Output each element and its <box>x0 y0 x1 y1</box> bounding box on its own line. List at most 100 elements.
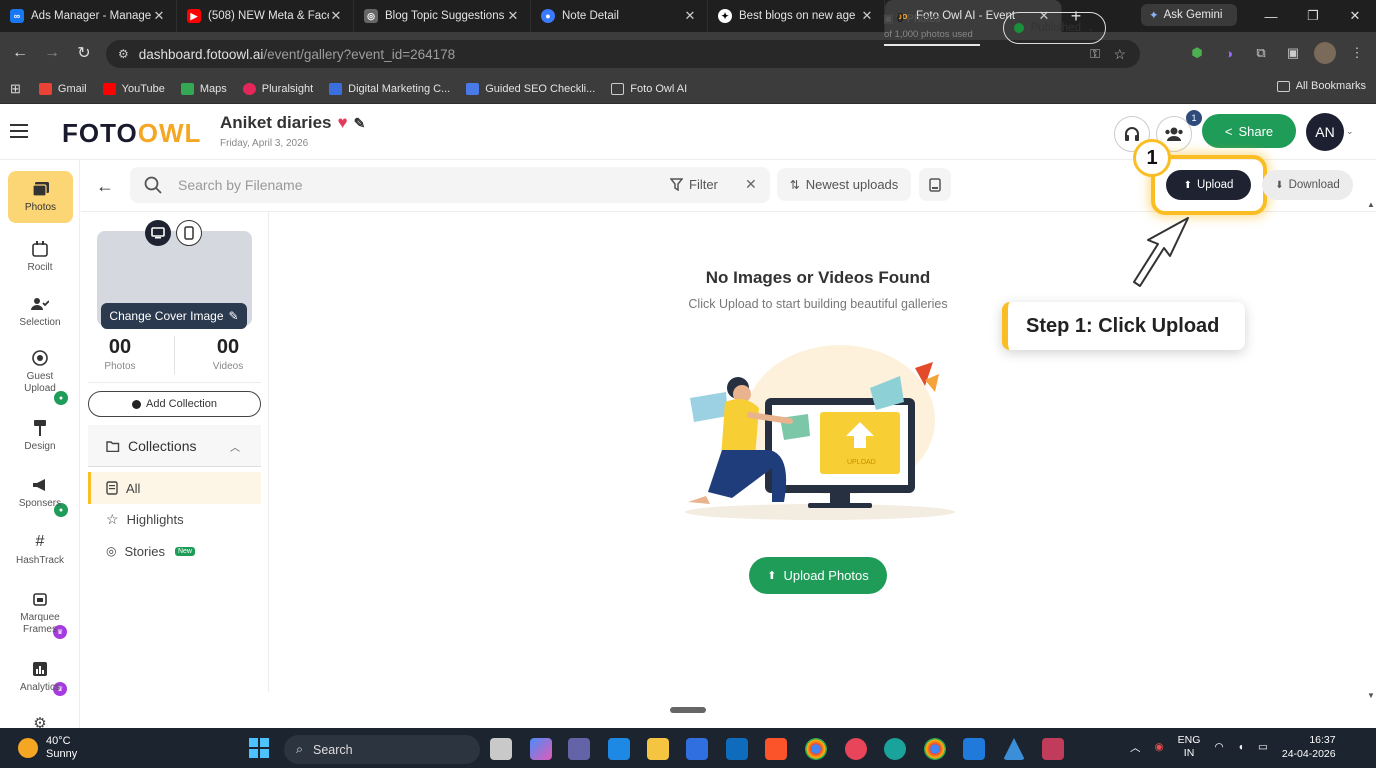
wifi-icon[interactable]: ◠ <box>1214 741 1223 753</box>
scrollbar[interactable]: ▲ ▼ <box>1366 200 1376 700</box>
volume-icon[interactable]: ◖ <box>1238 741 1244 753</box>
app-tray-icon[interactable]: ◉ <box>1155 741 1164 753</box>
drag-handle[interactable] <box>670 707 706 713</box>
file-explorer-icon[interactable] <box>647 738 669 760</box>
bookmark-foto-owl[interactable]: Foto Owl AI <box>611 82 687 95</box>
sort-dropdown[interactable]: ⇅ Newest uploads <box>777 168 911 201</box>
rail-item-analytics[interactable]: Analytics <box>0 660 80 694</box>
bookmark-pluralsight[interactable]: Pluralsight <box>242 82 313 95</box>
bookmark-digital-marketing[interactable]: Digital Marketing C... <box>329 82 450 95</box>
clear-search-icon[interactable]: ✕ <box>745 176 757 193</box>
app-icon[interactable] <box>845 738 867 760</box>
tab-youtube[interactable]: ▶ (508) NEW Meta & Face ✕ <box>177 0 354 32</box>
app-icon[interactable] <box>963 738 985 760</box>
rail-item-sponsers[interactable]: Sponsers <box>0 476 80 510</box>
address-bar[interactable]: ⚙ dashboard.fotoowl.ai/event/gallery?eve… <box>106 40 1140 68</box>
chrome-icon[interactable] <box>805 738 827 760</box>
all-bookmarks[interactable]: All Bookmarks <box>1276 80 1366 92</box>
pencil-icon: ✎ <box>228 309 239 323</box>
empty-state-subtitle: Click Upload to start building beautiful… <box>688 297 948 311</box>
task-view-icon[interactable] <box>490 738 512 760</box>
chrome-icon[interactable] <box>924 738 946 760</box>
tab-ads-manager[interactable]: ∞ Ads Manager - Manage ✕ <box>0 0 177 32</box>
rail-item-photos[interactable]: Photos <box>8 171 73 223</box>
view-toggle-button[interactable] <box>919 168 951 201</box>
clock[interactable]: 16:37 24-04-2026 <box>1282 733 1336 761</box>
hamburger-icon[interactable] <box>10 124 28 138</box>
bookmark-maps[interactable]: Maps <box>180 82 227 95</box>
rail-item-rocilt[interactable]: Rocilt <box>0 240 80 274</box>
rail-item-guest-upload[interactable]: Guest Upload <box>0 349 80 395</box>
windows-start-icon[interactable] <box>249 738 269 758</box>
close-tab-icon[interactable]: ✕ <box>860 8 874 24</box>
download-button[interactable]: ⬇ Download <box>1262 170 1353 200</box>
apps-icon[interactable]: ⊞ <box>10 81 21 97</box>
collection-item-highlights[interactable]: ☆ Highlights <box>88 503 261 535</box>
close-tab-icon[interactable]: ✕ <box>506 8 520 24</box>
forward-icon[interactable]: → <box>36 37 68 69</box>
sun-icon <box>18 738 38 758</box>
change-cover-button[interactable]: Change Cover Image ✎ <box>101 303 247 329</box>
rail-item-selection[interactable]: Selection <box>0 295 80 329</box>
mobile-preview-button[interactable] <box>176 220 202 246</box>
profile-icon[interactable] <box>1314 42 1336 64</box>
tab-best-blogs[interactable]: ✦ Best blogs on new age ✕ <box>708 0 885 32</box>
chevron-up-icon[interactable]: ︿ <box>230 439 240 454</box>
language-indicator[interactable]: ENG IN <box>1178 734 1201 760</box>
publish-status-dropdown[interactable]: Published ⌄ <box>1003 12 1106 44</box>
chevron-down-icon[interactable]: ⌄ <box>1346 126 1354 137</box>
edit-icon[interactable]: ✎ <box>354 115 366 132</box>
app-icon[interactable] <box>884 738 906 760</box>
close-tab-icon[interactable]: ✕ <box>152 8 166 24</box>
photos-app-icon[interactable] <box>608 738 630 760</box>
bookmark-seo-checklist[interactable]: Guided SEO Checkli... <box>466 82 595 95</box>
filter-button[interactable]: Filter <box>670 177 718 192</box>
add-collection-button[interactable]: Add Collection <box>88 391 261 417</box>
rail-item-hashtrack[interactable]: # HashTrack <box>0 533 80 567</box>
rail-item-design[interactable]: Design <box>0 419 80 453</box>
copilot-icon[interactable] <box>530 738 552 760</box>
tab-note-detail[interactable]: ● Note Detail ✕ <box>531 0 708 32</box>
collection-item-all[interactable]: All <box>88 472 261 504</box>
weather-widget[interactable]: 40°C Sunny <box>18 735 77 761</box>
reload-icon[interactable]: ↻ <box>68 37 100 69</box>
extension-icon[interactable]: ◑ <box>1218 42 1240 64</box>
back-arrow-icon[interactable]: ← <box>96 176 114 197</box>
app-icon[interactable] <box>1042 738 1064 760</box>
close-tab-icon[interactable]: ✕ <box>329 8 343 24</box>
back-icon[interactable]: ← <box>4 37 36 69</box>
menu-icon[interactable]: ⋮ <box>1346 42 1368 64</box>
restore-icon[interactable]: ❐ <box>1292 0 1334 32</box>
desktop-preview-button[interactable] <box>145 220 171 246</box>
puzzle-icon[interactable]: ⧉ <box>1250 42 1272 64</box>
bookmark-gmail[interactable]: Gmail <box>38 82 87 95</box>
upload-button[interactable]: ⬆ Upload <box>1166 170 1251 200</box>
share-button[interactable]: < Share <box>1202 114 1296 148</box>
rail-item-marquee-frames[interactable]: Marquee Frames <box>0 590 80 636</box>
teams-icon[interactable] <box>568 738 590 760</box>
minimize-icon[interactable]: — <box>1250 0 1292 32</box>
close-tab-icon[interactable]: ✕ <box>683 8 697 24</box>
tab-blog-topics[interactable]: ◎ Blog Topic Suggestions ✕ <box>354 0 531 32</box>
close-window-icon[interactable]: ✕ <box>1334 0 1376 32</box>
upload-photos-button[interactable]: ⬆ Upload Photos <box>749 557 887 594</box>
bookmark-youtube[interactable]: YouTube <box>102 82 165 95</box>
ask-gemini-button[interactable]: ✦ Ask Gemini <box>1141 4 1237 26</box>
media-icon[interactable]: ▣ <box>1282 42 1304 64</box>
bookmark-star-icon[interactable]: ☆ <box>1113 46 1126 63</box>
taskbar-search[interactable]: ⌕ Search <box>284 735 480 764</box>
brave-icon[interactable] <box>765 738 787 760</box>
site-info-icon[interactable]: ⚙ <box>118 47 129 61</box>
extension-icon[interactable]: ⬢ <box>1186 42 1208 64</box>
collection-item-stories[interactable]: ◎ Stories New <box>88 535 261 567</box>
photos-count-label: Photos <box>104 361 136 372</box>
app-icon[interactable] <box>686 738 708 760</box>
battery-icon[interactable]: ▭ <box>1258 741 1268 753</box>
fotoowl-logo[interactable]: FOTOOWL <box>62 118 201 149</box>
plus-circle-icon <box>132 399 142 409</box>
key-icon[interactable]: ⚿ <box>1090 46 1100 62</box>
avatar[interactable]: AN <box>1306 113 1344 151</box>
meta-icon: ∞ <box>10 9 24 23</box>
chevron-up-icon[interactable]: ︿ <box>1130 740 1141 755</box>
outlook-icon[interactable] <box>726 738 748 760</box>
